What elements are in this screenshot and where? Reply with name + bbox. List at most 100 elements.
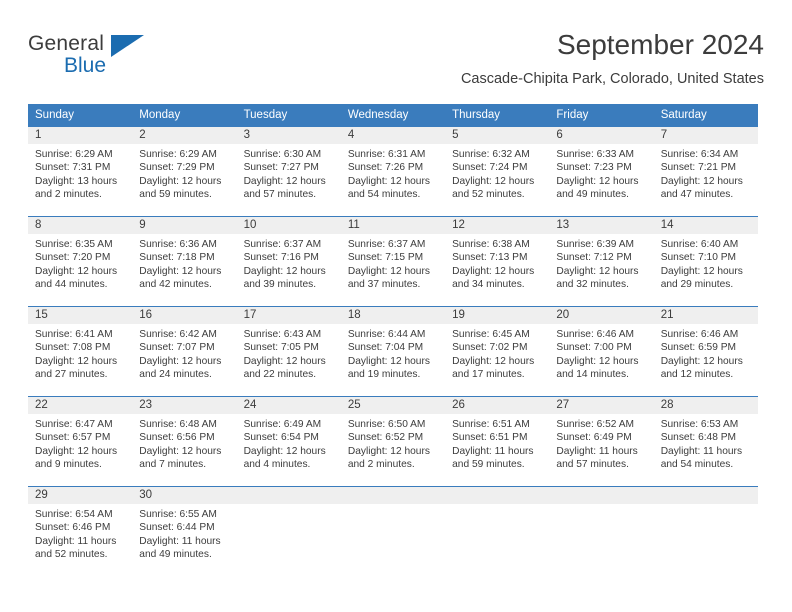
daylight-text-line2: and 39 minutes. [243,279,317,291]
sunset-text: Sunset: 7:00 PM [556,342,632,354]
day-cell[interactable]: 9 Sunrise: 6:36 AM Sunset: 7:18 PM Dayli… [132,216,237,307]
day-cell[interactable]: 10 Sunrise: 6:37 AM Sunset: 7:16 PM Dayl… [236,216,341,307]
day-cell[interactable]: 20 Sunrise: 6:46 AM Sunset: 7:00 PM Dayl… [549,306,654,397]
day-cell[interactable]: 19 Sunrise: 6:45 AM Sunset: 7:02 PM Dayl… [445,306,550,397]
day-number: 6 [549,127,654,144]
day-cell[interactable]: 26 Sunrise: 6:51 AM Sunset: 6:51 PM Dayl… [445,396,550,487]
day-cell[interactable]: 28 Sunrise: 6:53 AM Sunset: 6:48 PM Dayl… [653,396,758,487]
day-cell[interactable]: 8 Sunrise: 6:35 AM Sunset: 7:20 PM Dayli… [28,216,133,307]
day-cell[interactable]: 30 Sunrise: 6:55 AM Sunset: 6:44 PM Dayl… [132,486,237,576]
sunrise-text: Sunrise: 6:49 AM [243,419,322,430]
sunset-text: Sunset: 6:44 PM [139,522,215,534]
day-number: 17 [236,307,341,324]
daylight-text-line1: Daylight: 12 hours [139,355,222,367]
day-details: Sunrise: 6:29 AM Sunset: 7:29 PM Dayligh… [132,144,236,202]
daylight-text-line2: and 59 minutes. [452,459,525,471]
day-cell[interactable]: 29 Sunrise: 6:54 AM Sunset: 6:46 PM Dayl… [28,486,133,576]
sunrise-text: Sunrise: 6:46 AM [556,329,634,340]
daylight-text-line2: and 24 minutes. [139,369,212,381]
day-details: Sunrise: 6:36 AM Sunset: 7:18 PM Dayligh… [132,234,236,292]
sunset-text: Sunset: 6:46 PM [35,522,111,534]
day-number: 19 [445,307,550,324]
day-number: 16 [132,307,237,324]
day-number: 8 [28,217,133,234]
day-cell[interactable]: 6 Sunrise: 6:33 AM Sunset: 7:23 PM Dayli… [549,127,654,217]
daylight-text-line1: Daylight: 12 hours [556,355,639,367]
sunset-text: Sunset: 7:29 PM [139,162,215,174]
day-cell[interactable]: 13 Sunrise: 6:39 AM Sunset: 7:12 PM Dayl… [549,216,654,307]
sunset-text: Sunset: 7:07 PM [139,342,215,354]
day-cell[interactable]: 7 Sunrise: 6:34 AM Sunset: 7:21 PM Dayli… [653,127,758,217]
day-cell[interactable]: 27 Sunrise: 6:52 AM Sunset: 6:49 PM Dayl… [549,396,654,487]
sunset-text: Sunset: 6:51 PM [452,432,528,444]
sunrise-text: Sunrise: 6:45 AM [452,329,530,340]
day-cell[interactable]: 14 Sunrise: 6:40 AM Sunset: 7:10 PM Dayl… [653,216,758,307]
brand-logo[interactable]: General Blue [28,32,208,88]
daylight-text-line1: Daylight: 12 hours [243,265,326,277]
daylight-text-line1: Daylight: 12 hours [556,265,639,277]
day-cell[interactable]: 2 Sunrise: 6:29 AM Sunset: 7:29 PM Dayli… [132,127,237,217]
sunset-text: Sunset: 6:57 PM [35,432,111,444]
day-cell[interactable]: 5 Sunrise: 6:32 AM Sunset: 7:24 PM Dayli… [445,127,550,217]
daylight-text-line2: and 54 minutes. [660,459,734,471]
daylight-text-line1: Daylight: 12 hours [347,355,430,367]
day-number: 11 [340,217,446,234]
day-number: 23 [132,397,237,414]
day-details: Sunrise: 6:32 AM Sunset: 7:24 PM Dayligh… [445,144,549,202]
daylight-text-line2: and 54 minutes. [347,189,421,201]
sunrise-text: Sunrise: 6:37 AM [347,239,426,250]
sunset-text: Sunset: 7:10 PM [660,252,737,264]
day-number: 15 [28,307,133,324]
day-cell[interactable]: 3 Sunrise: 6:30 AM Sunset: 7:27 PM Dayli… [236,127,341,217]
sunset-text: Sunset: 6:48 PM [660,432,737,444]
sunset-text: Sunset: 7:31 PM [35,162,111,174]
day-number: 20 [549,307,654,324]
sunset-text: Sunset: 6:49 PM [556,432,632,444]
day-cell-empty [653,486,758,576]
day-cell-empty [340,486,446,576]
day-details: Sunrise: 6:49 AM Sunset: 6:54 PM Dayligh… [237,414,341,472]
day-cell[interactable]: 17 Sunrise: 6:43 AM Sunset: 7:05 PM Dayl… [236,306,341,397]
daylight-text-line1: Daylight: 12 hours [660,265,743,277]
day-number: 28 [653,397,758,414]
weekday-header-friday: Friday [549,104,654,127]
day-number: 25 [340,397,446,414]
day-details: Sunrise: 6:52 AM Sunset: 6:49 PM Dayligh… [549,414,653,472]
day-cell[interactable]: 24 Sunrise: 6:49 AM Sunset: 6:54 PM Dayl… [236,396,341,487]
daylight-text-line1: Daylight: 12 hours [452,355,535,367]
sunrise-text: Sunrise: 6:30 AM [243,149,322,160]
daylight-text-line2: and 7 minutes. [139,459,207,471]
sunset-text: Sunset: 7:21 PM [660,162,737,174]
day-cell[interactable]: 25 Sunrise: 6:50 AM Sunset: 6:52 PM Dayl… [340,396,446,487]
day-cell[interactable]: 4 Sunrise: 6:31 AM Sunset: 7:26 PM Dayli… [340,127,446,217]
daylight-text-line1: Daylight: 11 hours [452,445,534,457]
day-cell[interactable]: 1 Sunrise: 6:29 AM Sunset: 7:31 PM Dayli… [28,127,133,217]
day-cell[interactable]: 23 Sunrise: 6:48 AM Sunset: 6:56 PM Dayl… [132,396,237,487]
day-cell[interactable]: 22 Sunrise: 6:47 AM Sunset: 6:57 PM Dayl… [28,396,133,487]
daylight-text-line2: and 52 minutes. [35,549,108,561]
brand-name-general: General [28,32,105,55]
day-details [445,504,549,508]
daylight-text-line1: Daylight: 12 hours [139,175,222,187]
sunrise-text: Sunrise: 6:29 AM [35,149,113,160]
daylight-text-line2: and 22 minutes. [243,369,317,381]
day-details: Sunrise: 6:47 AM Sunset: 6:57 PM Dayligh… [28,414,132,472]
sunset-text: Sunset: 7:02 PM [452,342,528,354]
sunrise-text: Sunrise: 6:43 AM [243,329,322,340]
day-number [549,487,654,504]
day-cell[interactable]: 11 Sunrise: 6:37 AM Sunset: 7:15 PM Dayl… [340,216,446,307]
page-header: General Blue September 2024 Cascade-Chip… [28,28,764,98]
day-cell[interactable]: 16 Sunrise: 6:42 AM Sunset: 7:07 PM Dayl… [132,306,237,397]
daylight-text-line2: and 32 minutes. [556,279,629,291]
day-cell[interactable]: 21 Sunrise: 6:46 AM Sunset: 6:59 PM Dayl… [653,306,758,397]
daylight-text-line1: Daylight: 12 hours [347,175,430,187]
day-details: Sunrise: 6:48 AM Sunset: 6:56 PM Dayligh… [132,414,236,472]
day-details: Sunrise: 6:46 AM Sunset: 6:59 PM Dayligh… [654,324,758,382]
calendar-week-row: 8 Sunrise: 6:35 AM Sunset: 7:20 PM Dayli… [28,216,758,307]
day-cell[interactable]: 12 Sunrise: 6:38 AM Sunset: 7:13 PM Dayl… [445,216,550,307]
sunset-text: Sunset: 7:08 PM [35,342,111,354]
weekday-header-wednesday: Wednesday [340,104,446,127]
day-cell[interactable]: 18 Sunrise: 6:44 AM Sunset: 7:04 PM Dayl… [340,306,446,397]
day-cell[interactable]: 15 Sunrise: 6:41 AM Sunset: 7:08 PM Dayl… [28,306,133,397]
sunrise-text: Sunrise: 6:32 AM [452,149,530,160]
